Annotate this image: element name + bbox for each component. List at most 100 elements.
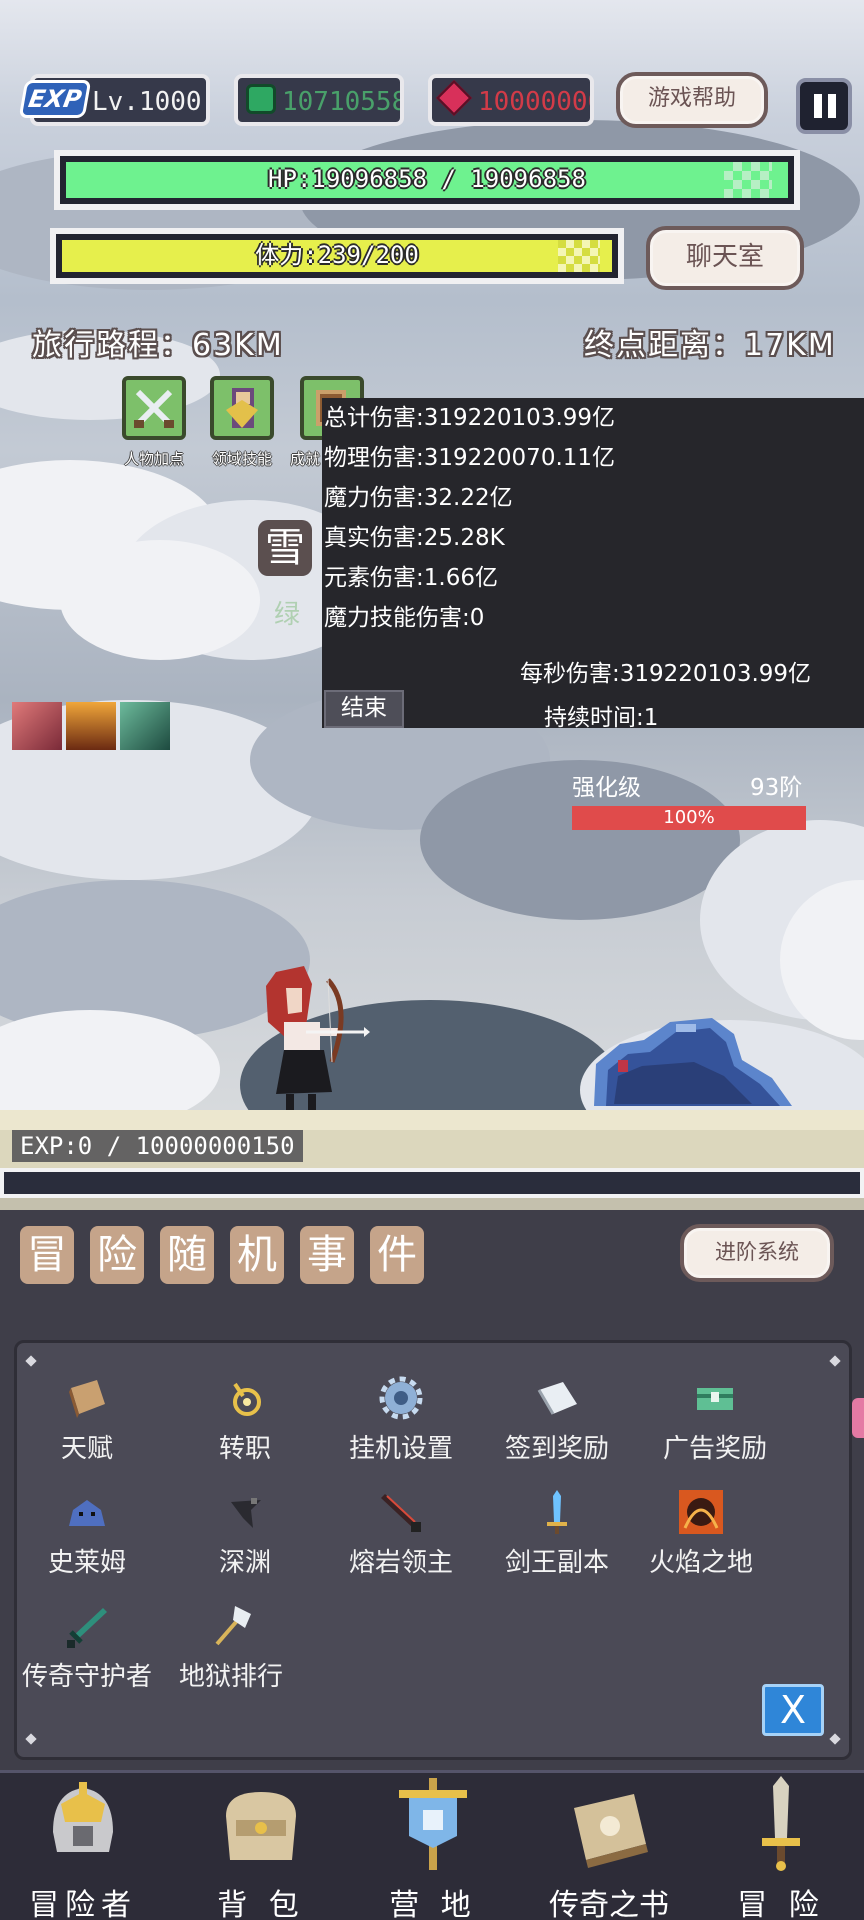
duration: 持续时间:1: [544, 705, 659, 731]
helmet-icon: [53, 1782, 113, 1852]
enhance-stage: 93阶: [750, 775, 803, 801]
menu-legend-guardian[interactable]: 传奇守护者: [12, 1602, 162, 1693]
chat-room-label: 聊天室: [685, 242, 764, 272]
damage-per-second: 每秒伤害:319220103.99亿: [520, 661, 812, 687]
gear-icon: [379, 1376, 423, 1420]
chat-room-button[interactable]: 聊天室: [646, 226, 804, 290]
nav-camp[interactable]: 营 地: [358, 1772, 508, 1920]
damage-stats-panel: 总计伤害:319220103.99亿 物理伤害:319220070.11亿 魔力…: [322, 398, 864, 731]
nav-bag[interactable]: 背 包: [186, 1772, 336, 1920]
nav-adventure-label: 冒 险: [737, 1888, 825, 1920]
menu-talent-label: 天赋: [60, 1434, 113, 1464]
elemental-damage: 元素伤害:1.66亿: [324, 565, 498, 591]
game-help-button[interactable]: 游戏帮助: [616, 72, 768, 128]
menu-slime-label: 史莱姆: [47, 1548, 126, 1578]
events-title-char: 机: [230, 1226, 284, 1284]
level-text: Lv.1000: [92, 87, 202, 117]
lava-sword-icon: [381, 1494, 421, 1532]
legend-book-icon: [574, 1794, 648, 1868]
corner-dot: [25, 1355, 37, 1367]
archer-character: [266, 966, 370, 1110]
events-title-char: 随: [160, 1226, 214, 1284]
stamina-bar: 体力:239/200: [50, 228, 624, 284]
menu-hell-ranking-label: 地狱排行: [178, 1662, 283, 1692]
events-title-char: 险: [90, 1226, 144, 1284]
ruby-count: 1000000000: [478, 87, 590, 117]
game-help-label: 游戏帮助: [647, 86, 736, 111]
menu-abyss[interactable]: 深渊: [170, 1488, 320, 1579]
menu-abyss-label: 深渊: [218, 1548, 271, 1578]
blade-buff-icon: [120, 702, 170, 750]
nav-legend-book[interactable]: 传奇之书: [534, 1772, 684, 1920]
advance-system-button[interactable]: 进阶系统: [680, 1224, 834, 1282]
enhance-bar: 100%: [572, 806, 806, 830]
pause-button[interactable]: [796, 78, 852, 134]
nav-bag-label: 背 包: [217, 1888, 305, 1920]
corner-dot: [829, 1733, 841, 1745]
enhance-label: 强化级: [572, 775, 641, 801]
menu-checkin-reward-label: 签到奖励: [504, 1434, 609, 1464]
corner-dot: [829, 1355, 841, 1367]
nav-camp-label: 营 地: [389, 1888, 477, 1920]
magic-damage: 魔力伤害:32.22亿: [324, 485, 513, 511]
menu-sword-king[interactable]: 剑王副本: [482, 1488, 632, 1579]
menu-idle-settings[interactable]: 挂机设置: [326, 1374, 476, 1465]
area-name-badge: 雪: [258, 520, 312, 576]
menu-legend-guardian-label: 传奇守护者: [21, 1662, 152, 1692]
events-title-char: 件: [370, 1226, 424, 1284]
green-sword-icon: [67, 1608, 107, 1648]
menu-idle-settings-label: 挂机设置: [348, 1434, 453, 1464]
true-damage: 真实伤害:25.28K: [324, 525, 505, 551]
menu-class-change-label: 转职: [218, 1434, 271, 1464]
close-events-button[interactable]: X: [762, 1684, 824, 1736]
flame-pillar-buff-icon: [66, 702, 116, 750]
events-title-char: 冒: [20, 1226, 74, 1284]
abyss-icon: [231, 1498, 261, 1528]
magic-skill-damage: 魔力技能伤害:0: [324, 605, 485, 631]
events-title-char: 事: [300, 1226, 354, 1284]
advance-system-label: 进阶系统: [715, 1240, 799, 1264]
menu-class-change[interactable]: 转职: [170, 1374, 320, 1465]
stamina-text: 体力:239/200: [255, 241, 419, 269]
travel-distance: 旅行路程：63KM: [32, 328, 284, 363]
end-button[interactable]: 结束: [324, 690, 404, 728]
menu-hell-ranking[interactable]: 地狱排行: [156, 1602, 306, 1693]
pause-icon: [814, 94, 822, 118]
menu-fire-land[interactable]: 火焰之地: [626, 1488, 776, 1579]
class-change-icon: [233, 1382, 261, 1416]
nav-adventure[interactable]: 冒 险: [706, 1772, 856, 1920]
area-name-char: 雪: [265, 525, 305, 571]
corner-dot: [25, 1733, 37, 1745]
domain-skill-label: 领域技能: [211, 450, 272, 468]
exp-text: EXP:0 / 10000000150: [12, 1130, 303, 1162]
emerald-count: 107105586: [282, 87, 400, 117]
domain-skill-button[interactable]: [210, 376, 274, 440]
nav-adventurer-label: 冒险者: [29, 1888, 137, 1920]
menu-lava-lord[interactable]: 熔岩领主: [326, 1488, 476, 1579]
axe-icon: [215, 1606, 251, 1646]
enhance-percent: 100%: [663, 807, 715, 828]
book-icon: [69, 1380, 105, 1418]
physical-damage: 物理伤害:319220070.11亿: [324, 445, 616, 471]
slime-icon: [69, 1500, 105, 1526]
total-damage: 总计伤害:319220103.99亿: [324, 405, 616, 431]
menu-ad-reward[interactable]: 广告奖励: [640, 1374, 790, 1465]
menu-talent[interactable]: 天赋: [12, 1374, 162, 1465]
boot-buff-icon: [12, 702, 62, 750]
area-subtitle: 绿: [274, 600, 301, 630]
nav-adventurer[interactable]: 冒险者: [8, 1772, 158, 1920]
menu-fire-land-label: 火焰之地: [648, 1548, 753, 1578]
menu-checkin-reward[interactable]: 签到奖励: [482, 1374, 632, 1465]
side-tab[interactable]: [852, 1398, 864, 1438]
nav-legend-book-label: 传奇之书: [549, 1888, 669, 1920]
slime-enemy: [594, 1018, 792, 1106]
pause-icon-bar: [828, 94, 836, 118]
scroll-icon: [537, 1382, 577, 1415]
menu-slime[interactable]: 史莱姆: [12, 1488, 162, 1579]
blue-sword-icon: [547, 1490, 567, 1534]
hp-text: HP:19096858 / 19096858: [268, 165, 586, 193]
menu-ad-reward-label: 广告奖励: [662, 1434, 767, 1464]
domain-skill-icon: [226, 388, 258, 428]
menu-lava-lord-label: 熔岩领主: [348, 1548, 453, 1578]
character-points-button[interactable]: [122, 376, 186, 440]
